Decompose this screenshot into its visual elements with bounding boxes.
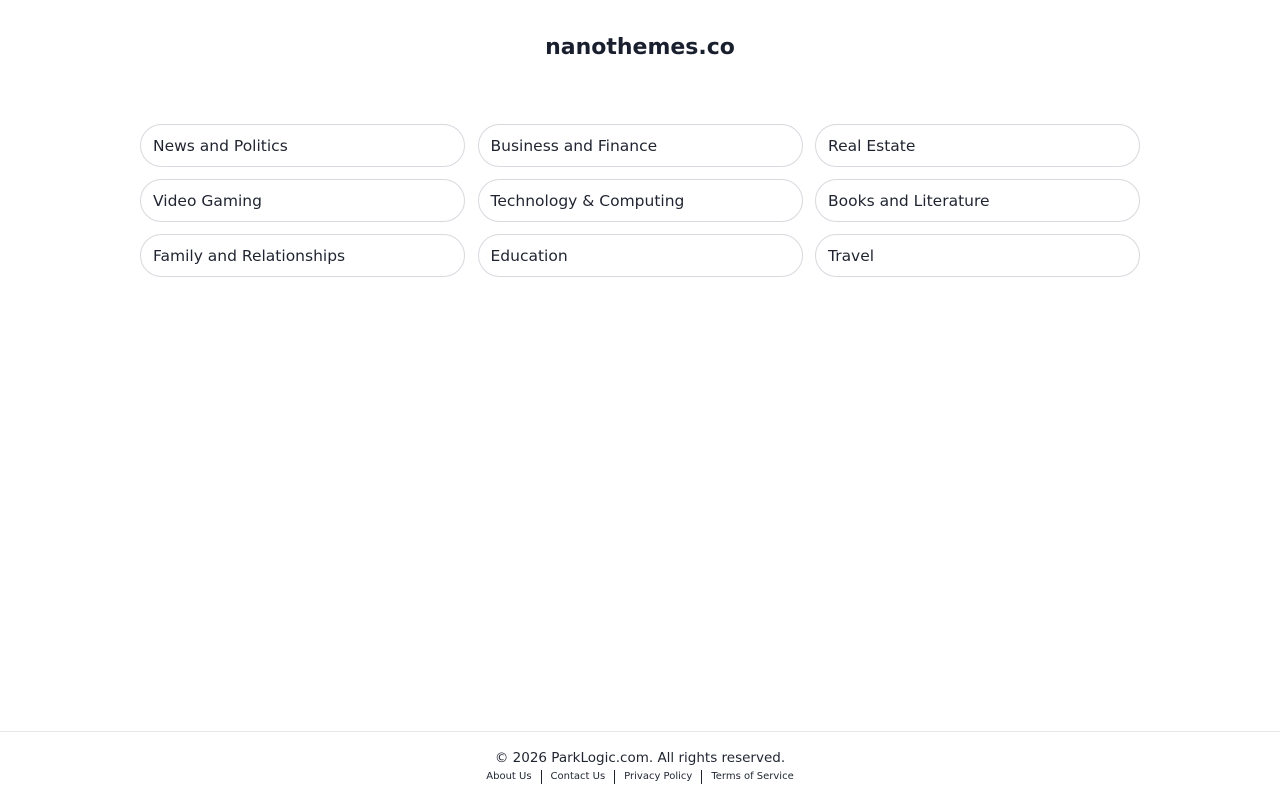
site-title: nanothemes.co: [545, 35, 735, 60]
category-link-technology-computing[interactable]: Technology & Computing: [477, 179, 803, 222]
category-link-travel[interactable]: Travel: [815, 234, 1140, 277]
category-link-books-and-literature[interactable]: Books and Literature: [815, 179, 1140, 222]
footer: © 2026 ParkLogic.com. All rights reserve…: [0, 731, 1280, 800]
category-link-real-estate[interactable]: Real Estate: [815, 124, 1140, 167]
category-link-education[interactable]: Education: [477, 234, 803, 277]
page: nanothemes.co News and Politics Business…: [0, 0, 1280, 800]
terms-of-service-link[interactable]: Terms of Service: [702, 770, 802, 784]
category-link-news-and-politics[interactable]: News and Politics: [140, 124, 465, 167]
category-link-family-and-relationships[interactable]: Family and Relationships: [140, 234, 465, 277]
about-us-link[interactable]: About Us: [477, 770, 540, 784]
contact-us-link[interactable]: Contact Us: [542, 770, 615, 784]
footer-links: About Us Contact Us Privacy Policy Terms…: [0, 770, 1280, 784]
category-link-video-gaming[interactable]: Video Gaming: [140, 179, 465, 222]
category-grid: News and Politics Business and Finance R…: [140, 124, 1140, 277]
copyright-text: © 2026 ParkLogic.com. All rights reserve…: [494, 750, 786, 766]
category-link-business-and-finance[interactable]: Business and Finance: [477, 124, 803, 167]
privacy-policy-link[interactable]: Privacy Policy: [615, 770, 701, 784]
